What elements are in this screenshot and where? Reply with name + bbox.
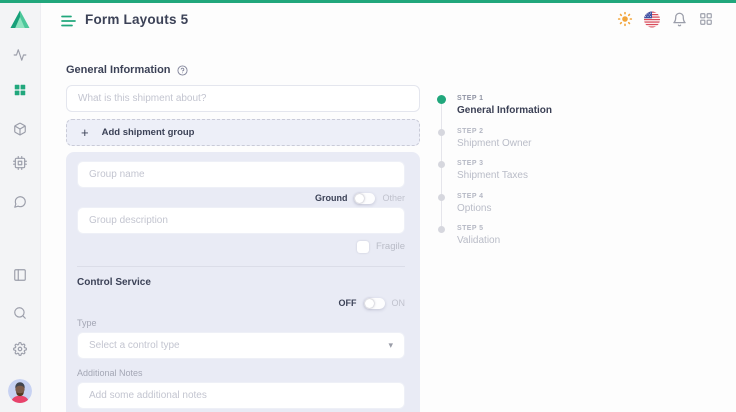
step-label: Options	[457, 203, 632, 214]
step-item-shipment-owner[interactable]: STEP 2 Shipment Owner	[432, 128, 632, 149]
step-label: General Information	[457, 105, 632, 116]
control-service-title: Control Service	[77, 277, 405, 288]
step-dot	[438, 194, 445, 201]
theme-sun-icon[interactable]	[617, 11, 633, 27]
off-label: OFF	[339, 298, 357, 308]
notifications-bell-icon[interactable]	[671, 11, 687, 27]
on-label: ON	[392, 298, 406, 308]
shipment-about-input[interactable]	[66, 85, 420, 112]
step-dot	[438, 226, 445, 233]
step-dot	[438, 129, 445, 136]
toggle-knob	[355, 194, 364, 203]
step-item-general-information[interactable]: STEP 1 General Information	[432, 95, 632, 116]
group-name-input[interactable]	[77, 161, 405, 188]
select-placeholder: Select a control type	[89, 340, 180, 351]
step-label: Shipment Taxes	[457, 170, 632, 181]
language-us-flag-icon[interactable]	[644, 11, 660, 27]
step-item-options[interactable]: STEP 4 Options	[432, 193, 632, 214]
step-caption: STEP 3	[457, 160, 632, 167]
user-avatar[interactable]	[8, 379, 32, 403]
sidebar	[0, 3, 41, 412]
form-column: General Information + Add shipment group…	[66, 64, 420, 412]
section-divider	[77, 266, 405, 267]
step-caption: STEP 4	[457, 193, 632, 200]
other-label: Other	[382, 193, 405, 203]
step-caption: STEP 5	[457, 225, 632, 232]
menu-toggle-icon[interactable]	[61, 14, 76, 26]
grid-icon[interactable]	[13, 83, 27, 97]
step-caption: STEP 1	[457, 95, 632, 102]
type-field-label: Type	[77, 318, 405, 328]
layout-icon[interactable]	[13, 268, 27, 282]
apps-grid-icon[interactable]	[698, 11, 714, 27]
notes-field-label: Additional Notes	[77, 368, 405, 378]
app-logo[interactable]	[10, 10, 30, 29]
activity-icon[interactable]	[13, 48, 27, 62]
step-dot	[438, 161, 445, 168]
ground-label: Ground	[315, 193, 348, 203]
topbar-actions	[617, 11, 714, 27]
add-shipment-group-button[interactable]: + Add shipment group	[66, 119, 420, 146]
fragile-label: Fragile	[376, 241, 405, 252]
control-service-toggle[interactable]	[364, 298, 385, 309]
help-circle-icon[interactable]	[177, 65, 188, 76]
search-icon[interactable]	[13, 306, 27, 320]
app-window: Form Layouts 5	[0, 0, 736, 412]
settings-icon[interactable]	[13, 342, 27, 356]
additional-notes-input[interactable]	[77, 382, 405, 409]
step-dot	[437, 95, 446, 104]
ground-other-toggle[interactable]	[354, 193, 375, 204]
page-title: Form Layouts 5	[85, 12, 188, 27]
top-accent-bar	[0, 0, 736, 3]
control-type-select[interactable]: Select a control type ▾	[77, 332, 405, 359]
step-label: Validation	[457, 235, 632, 246]
step-item-validation[interactable]: STEP 5 Validation	[432, 225, 632, 246]
add-group-label: Add shipment group	[102, 127, 195, 138]
wizard-steps: STEP 1 General Information STEP 2 Shipme…	[432, 95, 632, 258]
step-label: Shipment Owner	[457, 138, 632, 149]
step-caption: STEP 2	[457, 128, 632, 135]
fragile-checkbox[interactable]	[357, 241, 369, 253]
shipment-group-card: Ground Other Fragile Control Service OFF…	[66, 152, 420, 412]
group-description-input[interactable]	[77, 207, 405, 234]
toggle-knob	[365, 299, 374, 308]
plus-icon: +	[81, 126, 89, 139]
step-item-shipment-taxes[interactable]: STEP 3 Shipment Taxes	[432, 160, 632, 181]
chat-icon[interactable]	[13, 195, 27, 209]
chevron-down-icon: ▾	[388, 341, 393, 350]
box-icon[interactable]	[13, 122, 27, 136]
top-header: Form Layouts 5	[40, 3, 736, 45]
section-title: General Information	[66, 64, 171, 76]
cpu-icon[interactable]	[13, 156, 27, 170]
